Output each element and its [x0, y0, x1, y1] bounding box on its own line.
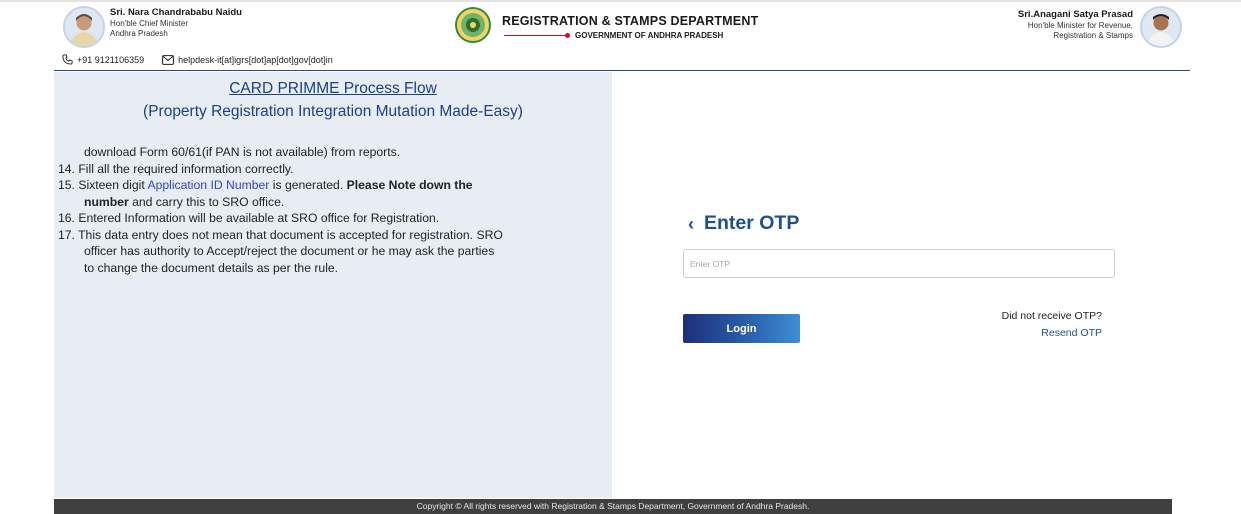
- otp-header: ‹ Enter OTP: [688, 212, 799, 235]
- department-divider-dot: [565, 33, 570, 38]
- chief-minister-name: Sri. Nara Chandrababu Naidu: [110, 7, 242, 18]
- page: Sri. Nara Chandrababu Naidu Hon'ble Chie…: [0, 0, 1241, 514]
- step-15-text: 15. Sixteen digit: [58, 178, 148, 192]
- contact-bar: +91 9121106359 helpdesk-it[at]igrs[dot]a…: [62, 54, 333, 65]
- resend-otp-link[interactable]: Resend OTP: [1041, 327, 1102, 339]
- step-line: download Form 60/61(if PAN is not availa…: [84, 145, 401, 159]
- minister-title-line2: Registration & Stamps: [1053, 31, 1133, 40]
- department-divider: [504, 35, 566, 36]
- header-divider: [54, 70, 1190, 71]
- phone-number[interactable]: +91 9121106359: [77, 55, 144, 65]
- chief-minister-avatar: [63, 6, 105, 48]
- otp-title: Enter OTP: [704, 212, 800, 234]
- minister-avatar: [1140, 6, 1182, 48]
- government-title: GOVERNMENT OF ANDHRA PRADESH: [575, 31, 724, 40]
- copyright-footer: Copyright © All rights reserved with Reg…: [54, 499, 1172, 514]
- process-flow-title[interactable]: CARD PRIMME Process Flow: [54, 80, 612, 98]
- step-15-text-mid: is generated.: [269, 178, 347, 192]
- step-17-continued-2: to change the document details as per th…: [84, 260, 339, 275]
- step-15-text-end: and carry this to SRO office.: [128, 194, 285, 209]
- login-button[interactable]: Login: [683, 314, 800, 343]
- step-15-note: Please Note down the: [346, 178, 473, 192]
- step-15: 15. Sixteen digit Application ID Number …: [58, 177, 598, 194]
- chevron-left-icon[interactable]: ‹: [688, 213, 694, 235]
- step-17: 17. This data entry does not mean that d…: [58, 227, 503, 242]
- site-header: Sri. Nara Chandrababu Naidu Hon'ble Chie…: [0, 0, 1241, 72]
- step-15-note-number: number: [84, 194, 129, 209]
- phone-icon: [62, 54, 73, 65]
- minister-info: Sri.Anagani Satya Prasad Hon'ble Ministe…: [1018, 9, 1133, 41]
- otp-input[interactable]: [683, 249, 1115, 278]
- chief-minister-info: Sri. Nara Chandrababu Naidu Hon'ble Chie…: [110, 7, 242, 39]
- top-divider: [0, 0, 1241, 2]
- minister-title-line1: Hon'ble Minister for Revenue,: [1027, 21, 1133, 30]
- application-id-link[interactable]: Application ID Number: [147, 178, 269, 192]
- step-15-continued: number and carry this to SRO office.: [58, 194, 598, 211]
- ap-emblem-logo: [455, 7, 491, 43]
- chief-minister-state: Andhra Pradesh: [110, 29, 168, 38]
- process-flow-panel: CARD PRIMME Process Flow (Property Regis…: [54, 72, 612, 498]
- minister-name: Sri.Anagani Satya Prasad: [1017, 9, 1133, 20]
- process-steps-list: download Form 60/61(if PAN is not availa…: [58, 144, 598, 276]
- step-17-continued: officer has authority to Accept/reject t…: [84, 244, 495, 258]
- mail-icon: [162, 54, 175, 65]
- chief-minister-title: Hon'ble Chief Minister: [110, 19, 189, 28]
- helpdesk-email[interactable]: helpdesk-it[at]igrs[dot]ap[dot]gov[dot]i…: [178, 55, 333, 65]
- resend-question: Did not receive OTP?: [1001, 310, 1102, 322]
- process-flow-subtitle: (Property Registration Integration Mutat…: [143, 103, 523, 120]
- step-14: 14. Fill all the required information co…: [58, 161, 294, 176]
- department-title: REGISTRATION & STAMPS DEPARTMENT: [502, 14, 759, 28]
- step-16: 16. Entered Information will be availabl…: [58, 211, 440, 225]
